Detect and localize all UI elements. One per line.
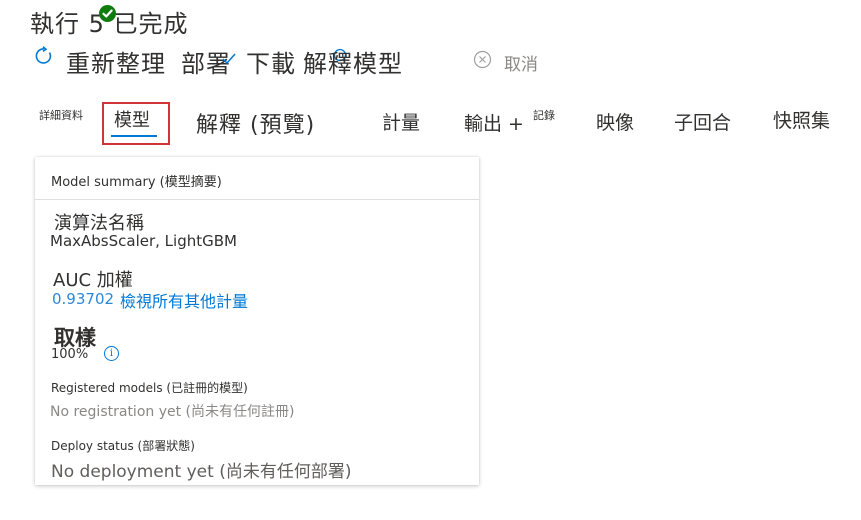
tab-images[interactable]: 映像 (596, 108, 634, 135)
deploy-icon (222, 50, 236, 69)
model-summary-card (35, 157, 479, 485)
cancel-icon (473, 50, 492, 73)
info-icon[interactable]: i (104, 346, 119, 361)
tab-selected-indicator (111, 135, 157, 137)
tab-snapshot[interactable]: 快照集 (773, 106, 830, 133)
check-circle-icon (99, 5, 116, 22)
tab-outputs[interactable]: 輸出 + (464, 109, 524, 136)
tab-outputs-logs[interactable]: 記錄 (533, 107, 555, 123)
deploy-status-label: Deploy status (部署狀態) (51, 439, 195, 453)
refresh-button[interactable]: 重新整理 (66, 44, 166, 79)
view-all-metrics-link[interactable]: 檢視所有其他計量 (120, 288, 248, 312)
registered-models-label: Registered models (已註冊的模型) (51, 381, 248, 395)
tab-explanations[interactable]: 解釋 (預覽) (196, 107, 315, 139)
card-title: Model summary (模型摘要) (51, 175, 222, 190)
explain-model-button[interactable]: 解釋模型 (303, 44, 403, 79)
divider (35, 199, 479, 200)
cancel-button[interactable]: 取消 (504, 50, 538, 75)
tab-child-runs[interactable]: 子回合 (674, 108, 731, 135)
auc-value: 0.93702 (52, 290, 115, 308)
deploy-status-value: No deployment yet (尚未有任何部署) (51, 462, 352, 482)
refresh-icon[interactable] (34, 46, 54, 70)
tab-model[interactable]: 模型 (114, 106, 150, 132)
tab-details[interactable]: 詳細資料 (39, 107, 83, 123)
algorithm-value: MaxAbsScaler, LightGBM (50, 232, 237, 250)
sampling-value: 100% (51, 347, 89, 362)
tab-metrics[interactable]: 計量 (382, 108, 420, 135)
download-button[interactable]: 下載 (246, 44, 296, 79)
registered-models-value: No registration yet (尚未有任何註冊) (50, 404, 295, 420)
